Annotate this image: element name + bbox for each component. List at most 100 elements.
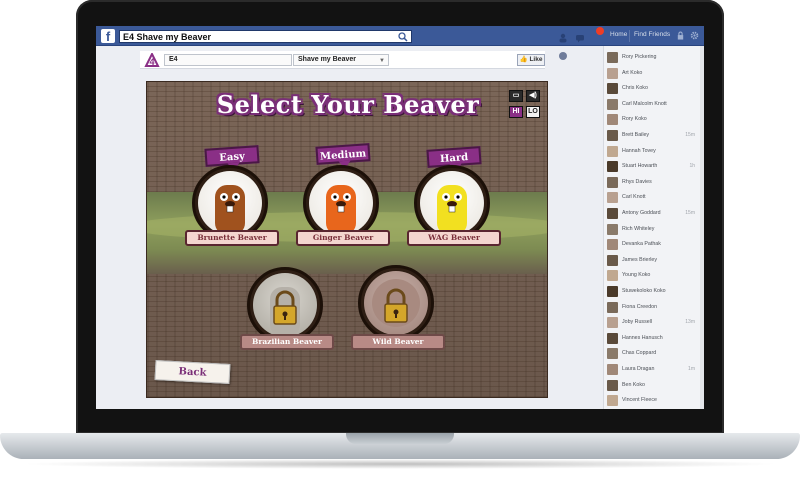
friend-list-item[interactable]: Devanka Pathak xyxy=(604,237,704,253)
friend-list-item[interactable]: Rory Pickering xyxy=(604,50,704,66)
friend-list-item[interactable]: Ben Koko xyxy=(604,378,704,394)
friend-name: Art Koko xyxy=(622,69,643,76)
avatar xyxy=(607,317,618,329)
friend-name: Hannah Tovey xyxy=(622,147,656,154)
laptop-shadow xyxy=(20,459,780,469)
beaver-badge-brazilian-locked[interactable] xyxy=(247,267,323,343)
friend-list-item[interactable]: Stuart Howarth 1h xyxy=(604,159,704,175)
friend-name: Laura Dragan xyxy=(622,366,655,372)
friend-list-item[interactable]: Rhys Davies xyxy=(604,175,704,191)
padlock-icon xyxy=(270,287,300,337)
avatar xyxy=(607,254,618,266)
settings-gear-icon[interactable] xyxy=(690,31,699,40)
facebook-logo[interactable]: f xyxy=(101,29,115,44)
like-button[interactable]: 👍 Like xyxy=(517,54,545,66)
friend-list-item[interactable]: Laura Dragan 1m xyxy=(604,362,704,378)
friend-list-item[interactable]: Joby Russell 13m xyxy=(604,315,704,331)
friend-name: Chas Coppard xyxy=(622,350,657,357)
sidebar-scrollbar[interactable] xyxy=(700,46,704,409)
avatar xyxy=(607,52,618,63)
nav-find-friends[interactable]: Find Friends xyxy=(634,31,670,38)
friend-list-item[interactable]: Antony Goddard 15m xyxy=(604,206,704,222)
app-header: 4 E4 Shave my Beaver ▼ 👍 Like xyxy=(140,51,545,69)
friend-status: 13m xyxy=(685,319,695,326)
friend-list-item[interactable]: Carl Malcolm Knott xyxy=(604,97,704,113)
thumbs-up-icon: 👍 xyxy=(519,56,528,63)
friend-list-item[interactable]: Stuwekoloko Koko xyxy=(604,284,704,300)
friend-list-item[interactable]: Hannah Tovey xyxy=(604,144,704,160)
avatar xyxy=(607,145,618,157)
friend-name: Hannes Hanusch xyxy=(622,334,663,341)
avatar xyxy=(607,130,618,141)
quality-hi-button[interactable]: HI xyxy=(509,106,523,118)
wag-beaver-icon xyxy=(437,185,467,235)
friend-list-item[interactable]: Art Koko xyxy=(604,66,704,82)
friend-list-item[interactable]: Young Koko xyxy=(604,268,704,284)
avatar xyxy=(607,379,618,391)
friend-name: Vincent Fleece xyxy=(622,397,657,404)
friend-name: Rhys Davies xyxy=(622,178,652,185)
friend-status: 15m xyxy=(685,132,695,138)
nav-divider xyxy=(629,30,630,42)
avatar xyxy=(607,395,618,407)
beaver-name-ginger[interactable]: Ginger Beaver xyxy=(296,230,390,246)
avatar xyxy=(607,348,618,360)
friend-name: Stuwekoloko Koko xyxy=(622,288,666,294)
facebook-top-bar: f E4 Shave my Beaver Home Find Friends xyxy=(96,26,704,60)
friend-list-item[interactable]: James Brierley xyxy=(604,253,704,269)
friend-name: Chris Koko xyxy=(622,85,648,92)
friend-name: Rory Koko xyxy=(622,116,647,123)
search-icon[interactable] xyxy=(398,32,408,42)
quality-lo-button[interactable]: LO xyxy=(526,106,540,118)
beaver-name-wild[interactable]: Wild Beaver xyxy=(351,334,445,350)
chat-sidebar: Rory Pickering Art Koko Chris Koko Carl Mal… xyxy=(603,46,704,409)
notification-badge xyxy=(596,27,604,35)
avatar xyxy=(607,364,618,375)
friend-list-item[interactable]: Fiona Creedon xyxy=(604,300,704,316)
friend-name: Joby Russell xyxy=(622,319,653,326)
beaver-name-wag[interactable]: WAG Beaver xyxy=(407,230,501,246)
friend-list-item[interactable]: Chas Coppard xyxy=(604,346,704,362)
beaver-portrait xyxy=(253,273,317,337)
friend-name: Rory Pickering xyxy=(622,54,657,60)
level-tag-medium: Medium xyxy=(315,143,371,165)
friend-list-item[interactable]: Vincent Fleece xyxy=(604,393,704,409)
nav-home[interactable]: Home xyxy=(610,31,627,38)
level-tag-easy: Easy xyxy=(204,145,260,167)
privacy-lock-icon[interactable] xyxy=(676,31,685,40)
friend-list-item[interactable]: Carl Knott xyxy=(604,190,704,206)
friend-name: Stuart Howarth xyxy=(622,163,658,170)
beaver-name-brazilian[interactable]: Brazilian Beaver xyxy=(240,334,334,350)
svg-text:4: 4 xyxy=(149,57,154,67)
page-title: Select Your Beaver xyxy=(216,90,480,119)
notifications-globe-icon[interactable] xyxy=(558,51,568,61)
ginger-beaver-icon xyxy=(326,185,356,235)
avatar xyxy=(607,286,618,297)
speaker-icon[interactable]: ◀) xyxy=(526,90,540,102)
messages-icon[interactable] xyxy=(575,33,585,43)
friend-list-item[interactable]: Brett Bailey 15m xyxy=(604,128,704,144)
app-name-field[interactable]: E4 xyxy=(164,54,292,66)
friend-requests-icon[interactable] xyxy=(558,33,568,43)
friend-name: Antony Goddard xyxy=(622,210,661,216)
friend-list-item[interactable]: Rich Whiteley xyxy=(604,222,704,238)
beaver-portrait xyxy=(309,171,373,235)
beaver-badge-wild-locked[interactable] xyxy=(358,265,434,341)
search-input[interactable]: E4 Shave my Beaver xyxy=(119,30,412,43)
avatar xyxy=(607,192,618,204)
friend-list-item[interactable]: Hannes Hanusch xyxy=(604,331,704,347)
friend-list-item[interactable]: Chris Koko xyxy=(604,81,704,97)
app-title-select[interactable]: Shave my Beaver ▼ xyxy=(293,54,389,66)
friend-status: 15m xyxy=(685,210,695,216)
chevron-down-icon: ▼ xyxy=(379,58,385,64)
back-button[interactable]: Back xyxy=(154,360,231,384)
friend-list-item[interactable]: Rory Koko xyxy=(604,112,704,128)
avatar xyxy=(607,239,618,251)
friend-name: Young Koko xyxy=(622,272,651,279)
fullscreen-icon[interactable]: ▭ xyxy=(509,90,523,102)
avatar xyxy=(607,114,618,126)
beaver-name-brunette[interactable]: Brunette Beaver xyxy=(185,230,279,246)
laptop-screen: f E4 Shave my Beaver Home Find Friends 4… xyxy=(96,26,704,409)
friend-name: Devanka Pathak xyxy=(622,241,661,248)
notification-icons xyxy=(558,30,600,60)
